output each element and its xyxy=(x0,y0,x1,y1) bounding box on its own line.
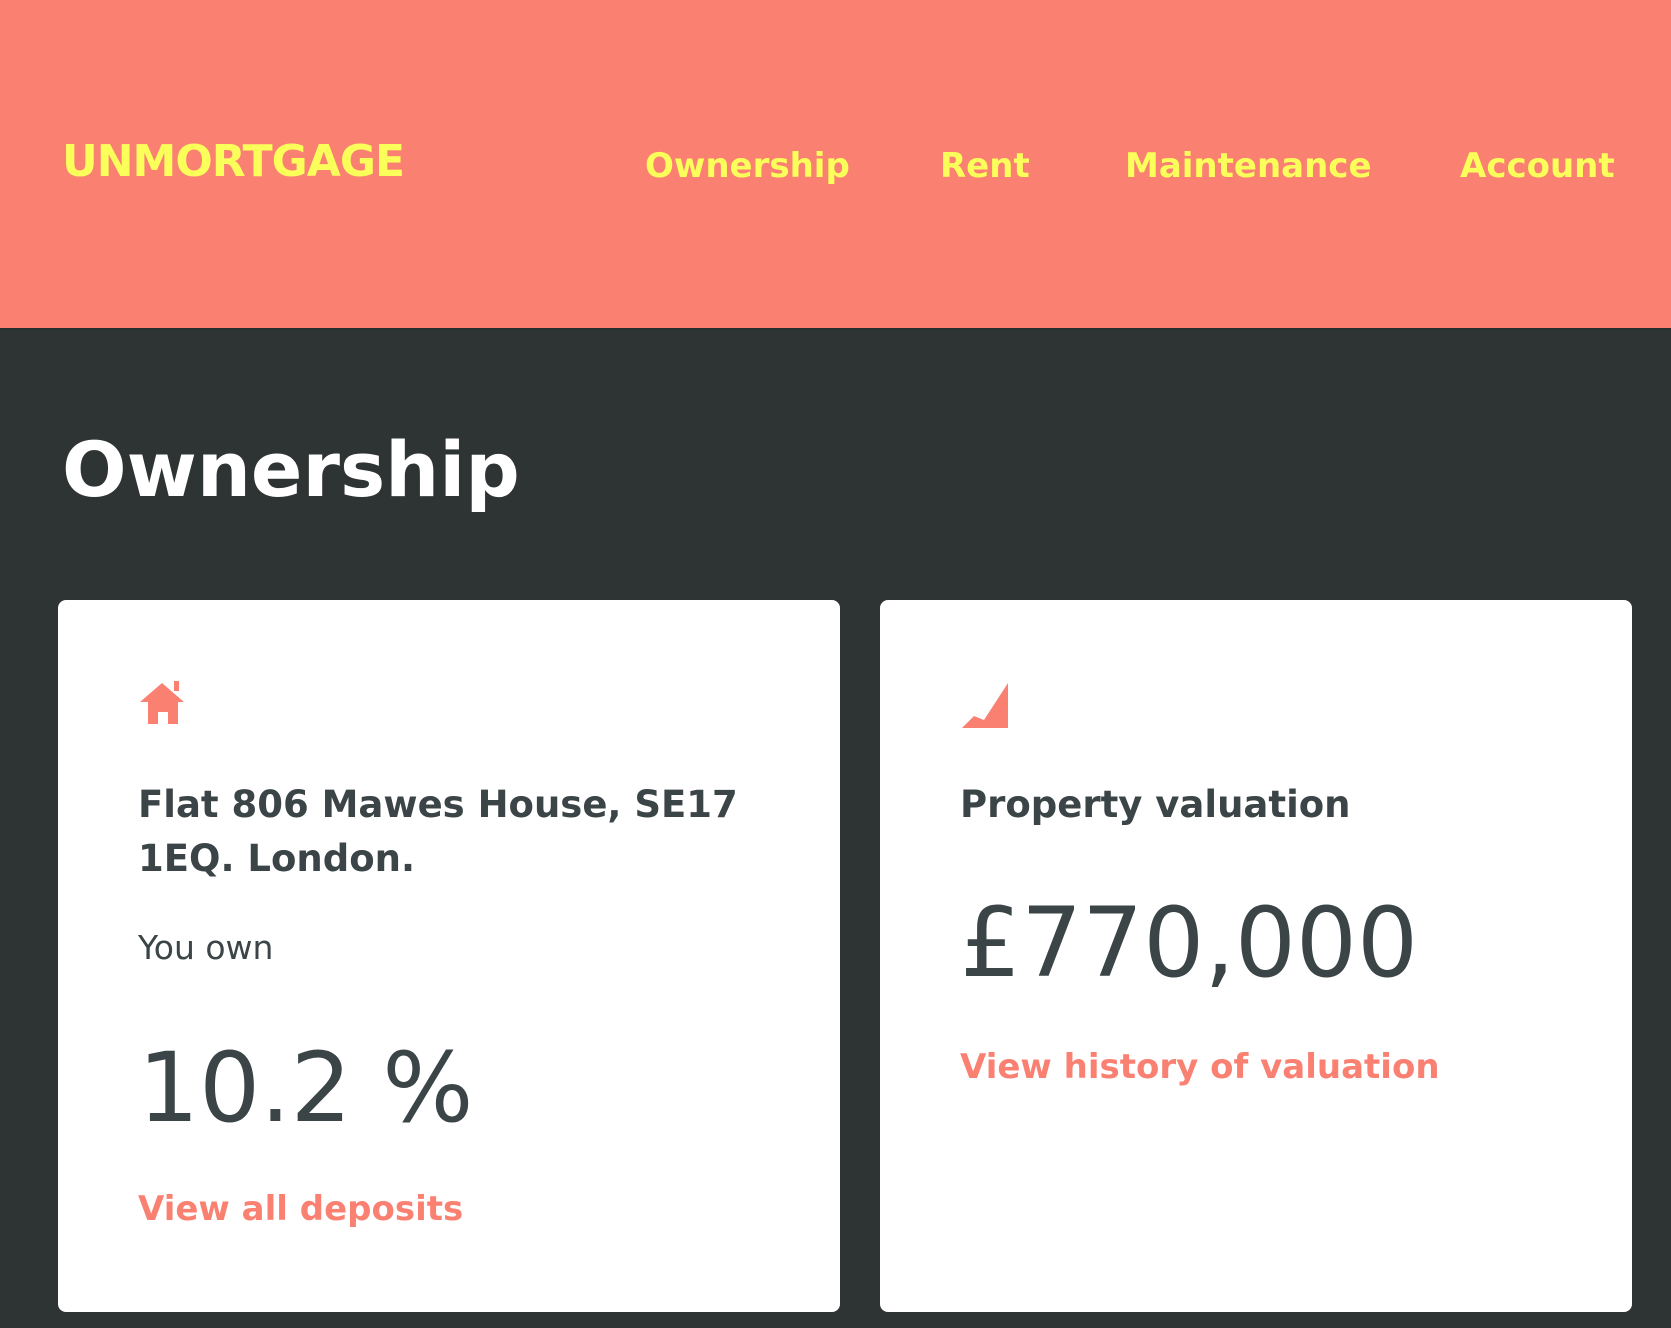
property-address: Flat 806 Mawes House, SE17 1EQ. London. xyxy=(138,783,738,880)
ownership-card: Flat 806 Mawes House, SE17 1EQ. London. … xyxy=(58,600,840,1312)
nav-maintenance[interactable]: Maintenance xyxy=(1125,143,1372,189)
home-icon xyxy=(140,681,184,724)
nav-account[interactable]: Account xyxy=(1460,143,1615,189)
property-valuation-value: £770,000 xyxy=(960,887,1419,999)
ownership-percentage: 10.2 % xyxy=(138,1032,474,1144)
property-valuation-card: Property valuation £770,000 View history… xyxy=(880,600,1632,1312)
page-title: Ownership xyxy=(62,425,520,514)
nav-ownership[interactable]: Ownership xyxy=(645,143,850,189)
chart-rising-icon xyxy=(962,683,1008,728)
top-header: UNMORTGAGE Ownership Rent Maintenance Ac… xyxy=(0,0,1671,330)
you-own-label: You own xyxy=(138,928,274,967)
unmortgage-logo[interactable]: UNMORTGAGE xyxy=(62,133,405,191)
view-all-deposits-link[interactable]: View all deposits xyxy=(138,1186,463,1232)
property-valuation-title: Property valuation xyxy=(960,783,1351,826)
nav-rent[interactable]: Rent xyxy=(940,143,1030,189)
view-valuation-history-link[interactable]: View history of valuation xyxy=(960,1044,1440,1090)
